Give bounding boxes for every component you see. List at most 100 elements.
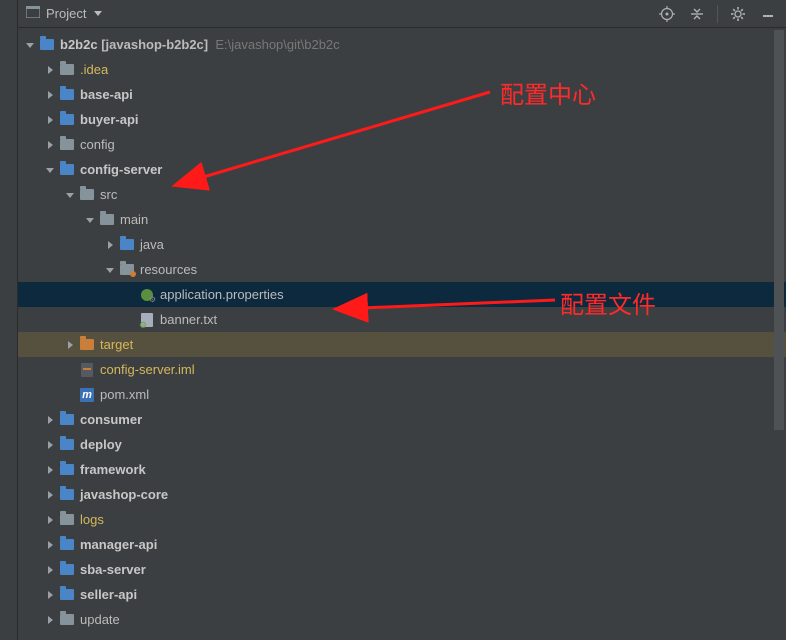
tree-row[interactable]: config	[18, 132, 786, 157]
chevron-right-icon[interactable]	[42, 66, 58, 74]
module-folder-icon	[58, 87, 76, 103]
chevron-right-icon[interactable]	[42, 441, 58, 449]
chevron-right-icon[interactable]	[42, 516, 58, 524]
tree-row-target[interactable]: target	[18, 332, 786, 357]
node-label: update	[80, 612, 120, 627]
tree-row[interactable]: manager-api	[18, 532, 786, 557]
module-folder-icon	[58, 437, 76, 453]
folder-icon	[58, 612, 76, 628]
chevron-right-icon[interactable]	[42, 566, 58, 574]
module-folder-icon	[58, 412, 76, 428]
node-label: config-server.iml	[100, 362, 195, 377]
vertical-scrollbar[interactable]	[774, 30, 784, 430]
module-folder-icon	[58, 587, 76, 603]
node-label: .idea	[80, 62, 108, 77]
chevron-right-icon[interactable]	[42, 116, 58, 124]
chevron-down-icon[interactable]	[102, 266, 118, 273]
chevron-right-icon[interactable]	[42, 491, 58, 499]
node-label: application.properties	[160, 287, 284, 302]
node-label: banner.txt	[160, 312, 217, 327]
node-label: config-server	[80, 162, 162, 177]
node-label: framework	[80, 462, 146, 477]
tree-row[interactable]: buyer-api	[18, 107, 786, 132]
tree-row-application-properties[interactable]: application.properties	[18, 282, 786, 307]
folder-icon	[78, 187, 96, 203]
gear-icon[interactable]	[728, 4, 748, 24]
node-label: logs	[80, 512, 104, 527]
node-label: src	[100, 187, 117, 202]
src-folder-icon	[118, 237, 136, 253]
collapse-all-icon[interactable]	[687, 4, 707, 24]
tree-row-config-server[interactable]: config-server	[18, 157, 786, 182]
tree-row[interactable]: main	[18, 207, 786, 232]
tree-row-root[interactable]: b2b2c [javashop-b2b2c] E:\javashop\git\b…	[18, 32, 786, 57]
tree-row[interactable]: javashop-core	[18, 482, 786, 507]
node-label: manager-api	[80, 537, 157, 552]
module-folder-icon	[58, 112, 76, 128]
tree-row[interactable]: .idea	[18, 57, 786, 82]
project-view-selector[interactable]: Project	[26, 6, 102, 21]
chevron-right-icon[interactable]	[42, 91, 58, 99]
tree-row[interactable]: framework	[18, 457, 786, 482]
folder-icon	[58, 512, 76, 528]
maven-file-icon: m	[78, 387, 96, 403]
chevron-right-icon[interactable]	[42, 141, 58, 149]
tree-row[interactable]: seller-api	[18, 582, 786, 607]
tree-row[interactable]: config-server.iml	[18, 357, 786, 382]
locate-target-icon[interactable]	[657, 4, 677, 24]
root-name: b2b2c	[60, 37, 98, 52]
node-label: javashop-core	[80, 487, 168, 502]
chevron-right-icon[interactable]	[102, 241, 118, 249]
folder-icon	[98, 212, 116, 228]
module-folder-icon	[58, 487, 76, 503]
file-icon	[138, 312, 156, 328]
chevron-right-icon[interactable]	[42, 591, 58, 599]
module-folder-icon	[38, 37, 56, 53]
module-folder-icon	[58, 462, 76, 478]
root-bracket: [javashop-b2b2c]	[101, 37, 208, 52]
project-tree[interactable]: b2b2c [javashop-b2b2c] E:\javashop\git\b…	[18, 28, 786, 632]
tree-row[interactable]: banner.txt	[18, 307, 786, 332]
node-label: consumer	[80, 412, 142, 427]
properties-file-icon	[138, 287, 156, 303]
tree-row[interactable]: resources	[18, 257, 786, 282]
chevron-right-icon[interactable]	[42, 541, 58, 549]
tree-row[interactable]: update	[18, 607, 786, 632]
chevron-right-icon[interactable]	[42, 616, 58, 624]
target-folder-icon	[78, 337, 96, 353]
chevron-right-icon[interactable]	[42, 416, 58, 424]
chevron-down-icon[interactable]	[22, 41, 38, 48]
folder-icon	[58, 137, 76, 153]
chevron-down-icon[interactable]	[62, 191, 78, 198]
node-label: target	[100, 337, 133, 352]
root-path: E:\javashop\git\b2b2c	[215, 37, 339, 52]
node-label: config	[80, 137, 115, 152]
project-icon	[26, 6, 40, 21]
side-tab-strip[interactable]	[0, 0, 18, 640]
chevron-right-icon[interactable]	[62, 341, 78, 349]
tree-row[interactable]: java	[18, 232, 786, 257]
chevron-down-icon[interactable]	[42, 166, 58, 173]
tree-row[interactable]: deploy	[18, 432, 786, 457]
tree-row[interactable]: consumer	[18, 407, 786, 432]
chevron-down-icon	[94, 11, 102, 16]
node-label: sba-server	[80, 562, 146, 577]
tree-row[interactable]: sba-server	[18, 557, 786, 582]
node-label: buyer-api	[80, 112, 139, 127]
tree-row[interactable]: logs	[18, 507, 786, 532]
tree-row[interactable]: m pom.xml	[18, 382, 786, 407]
module-folder-icon	[58, 162, 76, 178]
node-label: seller-api	[80, 587, 137, 602]
module-folder-icon	[58, 537, 76, 553]
node-label: resources	[140, 262, 197, 277]
node-label: pom.xml	[100, 387, 149, 402]
chevron-down-icon[interactable]	[82, 216, 98, 223]
node-label: main	[120, 212, 148, 227]
toolbar-divider	[717, 5, 718, 23]
folder-icon	[58, 62, 76, 78]
chevron-right-icon[interactable]	[42, 466, 58, 474]
module-folder-icon	[58, 562, 76, 578]
minimize-icon[interactable]	[758, 4, 778, 24]
tree-row[interactable]: base-api	[18, 82, 786, 107]
tree-row[interactable]: src	[18, 182, 786, 207]
